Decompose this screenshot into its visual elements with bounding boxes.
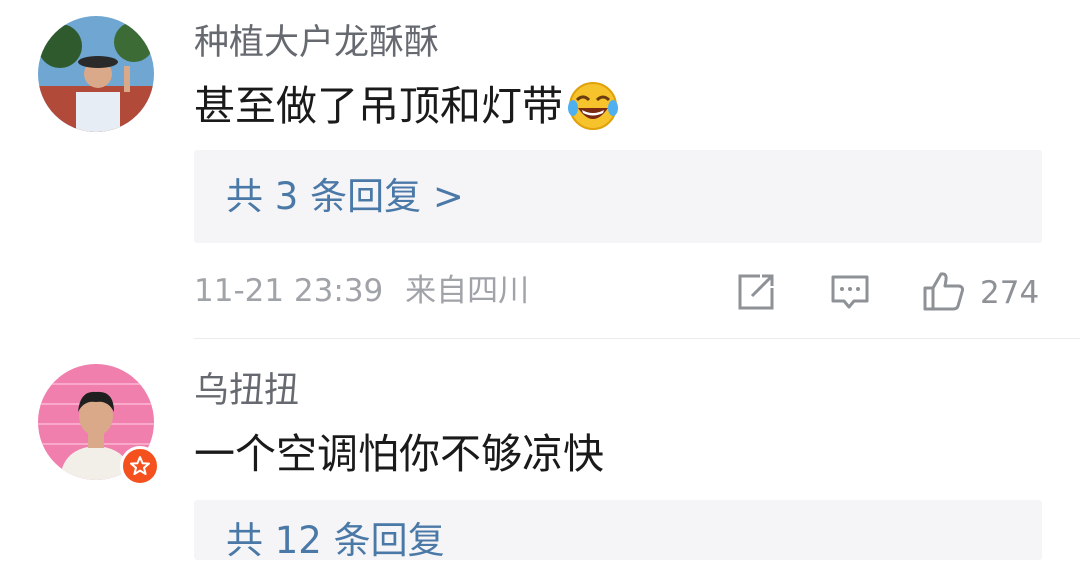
share-icon xyxy=(736,272,776,316)
like-button[interactable]: 274 xyxy=(922,270,1039,316)
comment-text: 甚至做了吊顶和灯带 xyxy=(194,80,619,132)
location: 来自四川 xyxy=(405,273,530,309)
username[interactable]: 乌扭扭 xyxy=(194,374,299,409)
username[interactable]: 种植大户龙酥酥 xyxy=(194,26,439,61)
comment-text-content: 一个空调怕你不够凉快 xyxy=(194,430,604,478)
divider xyxy=(194,338,1080,339)
comment-text-content: 甚至做了吊顶和灯带 xyxy=(194,81,563,130)
comment-button[interactable] xyxy=(830,272,870,316)
reply-box[interactable]: 共 3 条回复 > xyxy=(194,150,1042,243)
avatar[interactable] xyxy=(38,16,154,132)
timestamp: 11-21 23:39 xyxy=(194,273,384,309)
comment-text: 一个空调怕你不够凉快 xyxy=(194,434,604,475)
share-button[interactable] xyxy=(736,272,776,316)
comment-icon xyxy=(830,272,870,316)
laughing-tears-emoji-icon xyxy=(567,80,619,132)
view-replies-link[interactable]: 共 12 条回复 xyxy=(226,522,445,559)
star-badge-icon xyxy=(120,446,160,486)
view-replies-link[interactable]: 共 3 条回复 > xyxy=(226,178,464,215)
reply-box[interactable]: 共 12 条回复 xyxy=(194,500,1042,560)
thumbs-up-icon xyxy=(922,270,966,316)
like-count: 274 xyxy=(980,274,1040,311)
comment-meta: 11-21 23:39 来自四川 xyxy=(194,276,529,307)
